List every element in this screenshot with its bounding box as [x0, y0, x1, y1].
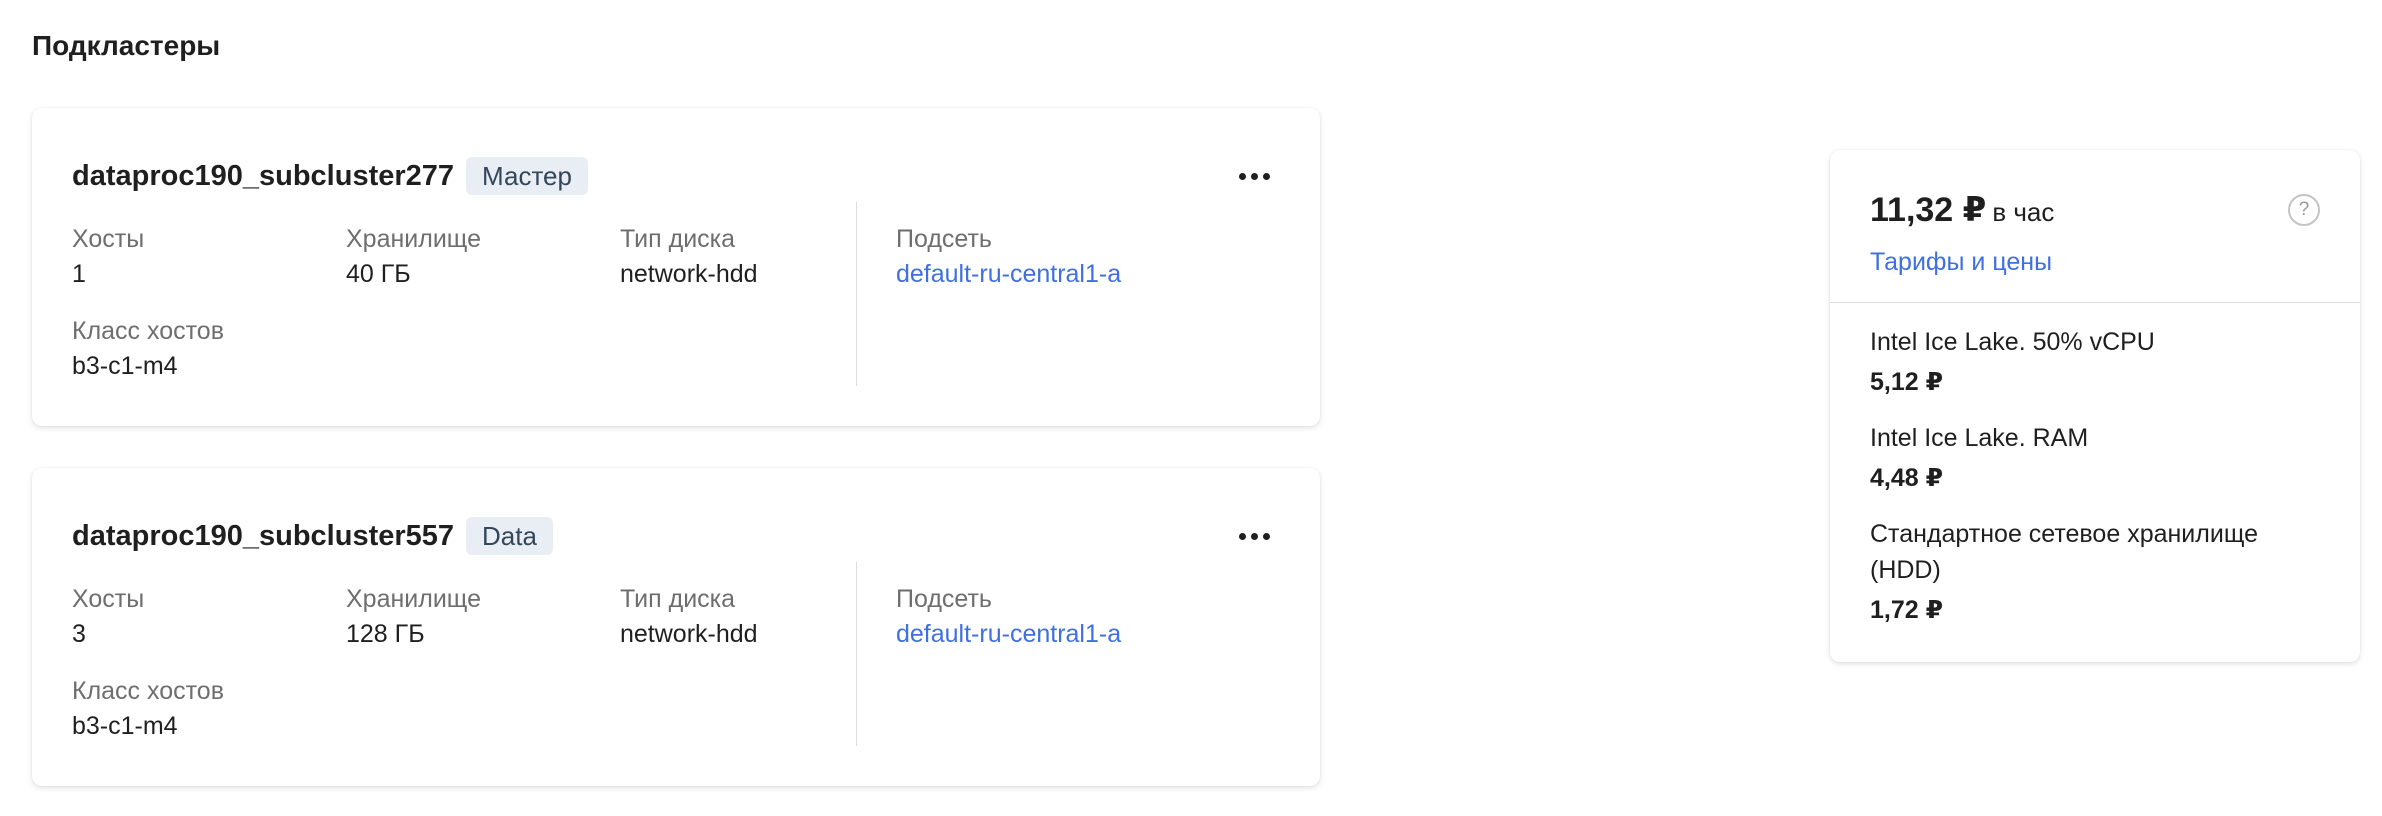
- subnet-field: Подсеть default-ru-central1-a: [896, 222, 1121, 292]
- host-class-field: Класс хостов b3-c1-m4: [72, 314, 224, 384]
- price-total: 11,32 ₽: [1870, 191, 1987, 229]
- pricing-card: 11,32 ₽ в час ? Тарифы и цены Intel Ice L…: [1830, 150, 2360, 662]
- price-item: Intel Ice Lake. RAM 4,48 ₽: [1870, 420, 2330, 496]
- tariffs-link[interactable]: Тарифы и цены: [1870, 248, 2052, 277]
- page: Подкластеры dataproc190_subcluster277 Ма…: [0, 0, 2382, 816]
- question-circle-icon[interactable]: ?: [2288, 194, 2320, 226]
- price-item-name: Intel Ice Lake. 50% vCPU: [1870, 328, 2155, 356]
- host-class-field: Класс хостов b3-c1-m4: [72, 674, 224, 744]
- host-class-value: b3-c1-m4: [72, 352, 178, 380]
- role-badge: Мастер: [466, 157, 588, 195]
- hosts-value: 1: [72, 260, 86, 288]
- host-class-label: Класс хостов: [72, 317, 224, 345]
- price-item-value: 4,48 ₽: [1870, 464, 1943, 492]
- section-title: Подкластеры: [32, 30, 221, 61]
- subcluster-name: dataproc190_subcluster277: [72, 159, 455, 192]
- storage-field: Хранилище 40 ГБ: [346, 222, 481, 292]
- more-horizontal-icon: [1238, 532, 1246, 540]
- subnet-link[interactable]: default-ru-central1-a: [896, 256, 1121, 292]
- subcluster-card: dataproc190_subcluster557 Data Хосты 3 Х…: [32, 468, 1320, 786]
- price-item-value: 1,72 ₽: [1870, 596, 1943, 624]
- disk-type-value: network-hdd: [620, 620, 758, 648]
- price-item-value: 5,12 ₽: [1870, 368, 1943, 396]
- role-badge: Data: [466, 517, 553, 555]
- card-header: dataproc190_subcluster557 Data: [72, 514, 1280, 558]
- hosts-label: Хосты: [72, 225, 145, 253]
- host-class-label: Класс хостов: [72, 677, 224, 705]
- storage-field: Хранилище 128 ГБ: [346, 582, 481, 652]
- host-class-value: b3-c1-m4: [72, 712, 178, 740]
- divider: [1830, 302, 2360, 303]
- disk-type-field: Тип диска network-hdd: [620, 222, 758, 292]
- disk-type-label: Тип диска: [620, 225, 736, 253]
- hosts-field: Хосты 3: [72, 582, 144, 652]
- hosts-field: Хосты 1: [72, 222, 144, 292]
- card-header: dataproc190_subcluster277 Мастер: [72, 154, 1280, 198]
- price-item: Стандартное сетевое хранилище (HDD) 1,72…: [1870, 516, 2330, 628]
- disk-type-value: network-hdd: [620, 260, 758, 288]
- storage-label: Хранилище: [346, 225, 481, 253]
- subnet-link[interactable]: default-ru-central1-a: [896, 616, 1121, 652]
- subnet-label: Подсеть: [896, 585, 992, 613]
- price-unit: в час: [1992, 197, 2055, 227]
- price-items-list: Intel Ice Lake. 50% vCPU 5,12 ₽ Intel Ic…: [1870, 324, 2330, 648]
- more-horizontal-icon: [1238, 172, 1246, 180]
- price-item: Intel Ice Lake. 50% vCPU 5,12 ₽: [1870, 324, 2330, 400]
- disk-type-field: Тип диска network-hdd: [620, 582, 758, 652]
- hosts-value: 3: [72, 620, 86, 648]
- storage-value: 40 ГБ: [346, 260, 411, 288]
- more-actions-button[interactable]: [1228, 516, 1280, 556]
- disk-type-label: Тип диска: [620, 585, 736, 613]
- divider: [856, 562, 857, 746]
- price-item-name: Intel Ice Lake. RAM: [1870, 424, 2089, 452]
- subnet-field: Подсеть default-ru-central1-a: [896, 582, 1121, 652]
- price-item-name: Стандартное сетевое хранилище (HDD): [1870, 520, 2259, 584]
- storage-label: Хранилище: [346, 585, 481, 613]
- pricing-header: 11,32 ₽ в час ?: [1870, 190, 2320, 230]
- hosts-label: Хосты: [72, 585, 145, 613]
- subcluster-name: dataproc190_subcluster557: [72, 519, 455, 552]
- subnet-label: Подсеть: [896, 225, 992, 253]
- divider: [856, 202, 857, 386]
- more-actions-button[interactable]: [1228, 156, 1280, 196]
- subcluster-card: dataproc190_subcluster277 Мастер Хосты 1…: [32, 108, 1320, 426]
- storage-value: 128 ГБ: [346, 620, 425, 648]
